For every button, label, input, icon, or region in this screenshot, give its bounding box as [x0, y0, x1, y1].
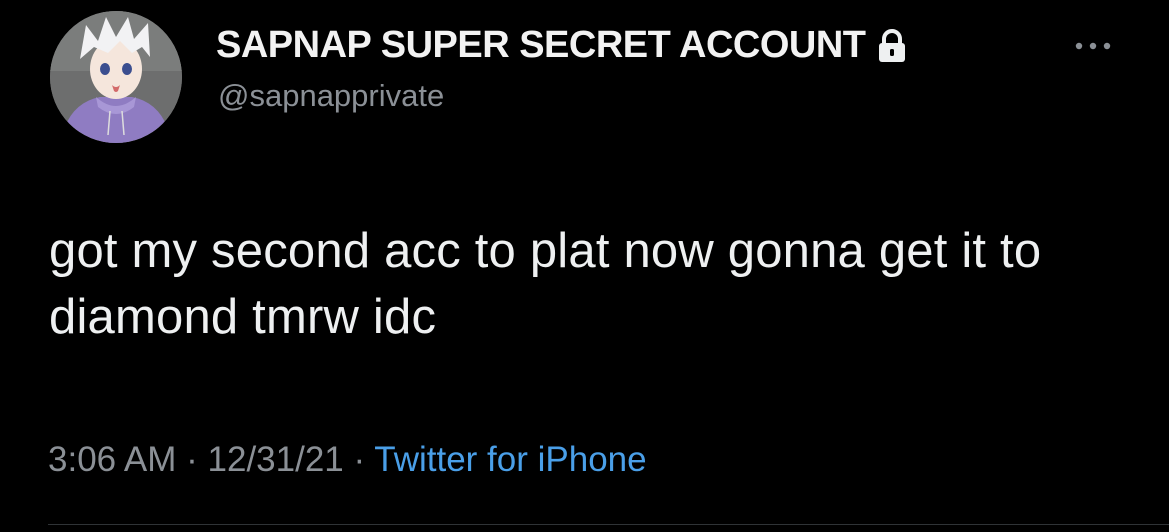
tweet-time[interactable]: 3:06 AM	[48, 440, 176, 479]
tweet-text: got my second acc to plat now gonna get …	[49, 224, 1042, 344]
tweet-date[interactable]: 12/31/21	[208, 440, 344, 479]
divider	[48, 524, 1169, 525]
display-name-text: SAPNAP SUPER SECRET ACCOUNT	[216, 24, 866, 66]
tweet-metadata: 3:06 AM · 12/31/21 · Twitter for iPhone	[48, 440, 647, 480]
display-name[interactable]: SAPNAP SUPER SECRET ACCOUNT	[216, 24, 909, 67]
meta-separator: ·	[343, 440, 375, 479]
meta-separator: ·	[176, 440, 208, 479]
more-options-icon[interactable]	[1070, 35, 1116, 57]
tweet: SAPNAP SUPER SECRET ACCOUNT @sapnappriva…	[0, 0, 1169, 532]
lock-icon	[875, 28, 909, 64]
avatar[interactable]	[50, 11, 182, 143]
user-handle[interactable]: @sapnapprivate	[218, 78, 444, 114]
tweet-source-link[interactable]: Twitter for iPhone	[374, 440, 646, 479]
avatar-image	[50, 11, 182, 143]
